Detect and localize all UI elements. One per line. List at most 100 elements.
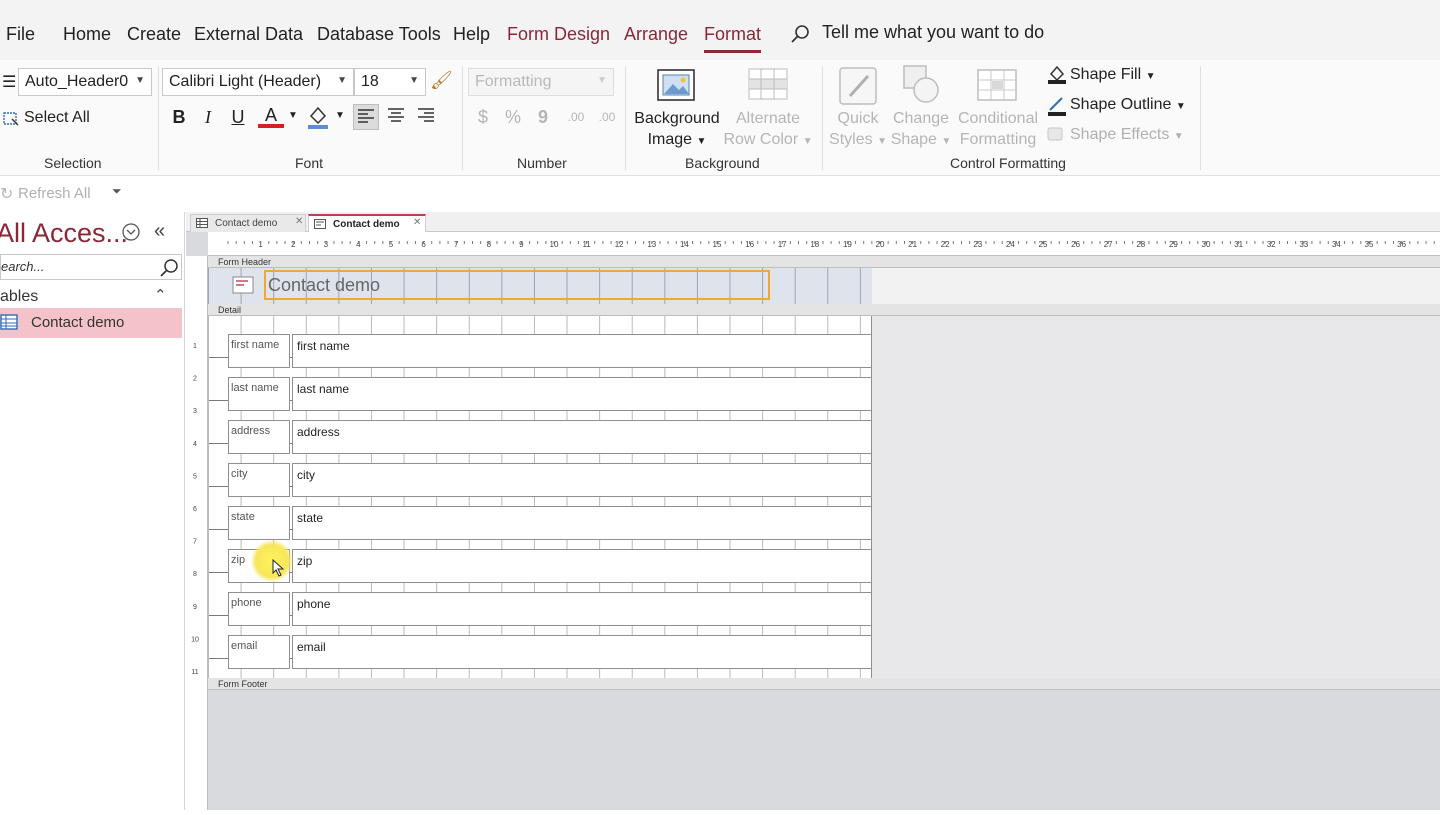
conditional-line2: Formatting [959, 131, 1037, 148]
field-label[interactable]: email [228, 635, 290, 669]
shape-outline-button[interactable]: Shape Outline ▼ [1070, 96, 1186, 114]
change-shape-line2: Shape [890, 131, 937, 148]
nav-search-input[interactable]: earch... [1, 259, 44, 274]
nav-pane-menu-icon[interactable] [121, 222, 141, 247]
field-textbox[interactable]: address [292, 420, 872, 454]
menu-arrange[interactable]: Arrange [624, 24, 688, 45]
field-textbox[interactable]: last name [292, 377, 872, 411]
increase-decimals-button[interactable]: .00 [563, 104, 589, 130]
conditional-formatting-button[interactable]: Conditional Formatting [956, 108, 1040, 150]
form-footer-band-bar[interactable]: Form Footer [208, 678, 1440, 690]
change-shape-button[interactable]: Change Shape ▼ [888, 108, 954, 152]
refresh-icon: ↻ [0, 186, 14, 203]
format-painter-icon[interactable]: 🖌 [430, 70, 453, 91]
doc-tab-contact-demo-1[interactable]: Contact demo ✕ [190, 214, 306, 232]
font-group-label: Font [295, 155, 324, 171]
menu-database-tools[interactable]: Database Tools [317, 24, 441, 45]
close-icon[interactable]: ✕ [295, 216, 303, 227]
comma-style-button[interactable]: 9 [530, 104, 556, 130]
doc-tab-label: Contact demo [215, 218, 278, 229]
field-label[interactable]: city [228, 463, 290, 497]
nav-item-contact-demo[interactable]: Contact demo [0, 308, 182, 338]
field-textbox[interactable]: email [292, 635, 872, 669]
underline-button[interactable]: U [225, 104, 251, 130]
detail-band-bar[interactable]: Detail [208, 304, 1440, 316]
menu-format[interactable]: Format [704, 24, 761, 45]
font-size-select[interactable]: 18 ▼ [354, 68, 426, 96]
form-header-band-bar[interactable]: Form Header [208, 256, 1440, 268]
chevron-down-icon[interactable]: ▼ [335, 110, 345, 121]
field-textbox[interactable]: state [292, 506, 872, 540]
decrease-decimals-button[interactable]: .00 [594, 104, 620, 130]
field-textbox[interactable]: phone [292, 592, 872, 626]
search-icon[interactable] [159, 258, 179, 283]
refresh-all-button[interactable]: Refresh All [18, 185, 91, 202]
table-icon [0, 314, 18, 335]
conditional-formatting-icon[interactable] [976, 68, 1018, 107]
field-label[interactable]: last name [228, 377, 290, 411]
menu-form-design[interactable]: Form Design [507, 24, 610, 45]
shape-fill-button[interactable]: Shape Fill ▼ [1070, 66, 1156, 84]
font-color-button[interactable]: A [258, 104, 284, 128]
field-label[interactable]: address [228, 420, 290, 454]
bold-button[interactable]: B [166, 104, 192, 130]
shape-effects-button[interactable]: Shape Effects ▼ [1070, 126, 1184, 144]
align-left-button[interactable] [353, 104, 379, 130]
nav-search-box[interactable]: earch... [0, 254, 182, 280]
object-selector[interactable]: Auto_Header0 ▼ [18, 68, 152, 96]
field-textbox[interactable]: zip [292, 549, 872, 583]
currency-button[interactable]: $ [470, 104, 496, 130]
group-divider [822, 66, 823, 170]
chevron-down-icon: ▼ [1173, 131, 1184, 142]
chevron-down-icon[interactable]: ▼ [288, 110, 298, 121]
form-logo-icon[interactable] [232, 276, 254, 299]
align-center-button[interactable] [383, 104, 409, 130]
collapse-pane-icon[interactable]: « [154, 220, 165, 243]
field-label[interactable]: phone [228, 592, 290, 626]
alternate-row-color-button[interactable]: Alternate Row Color ▼ [722, 108, 814, 152]
doc-tab-contact-demo-2[interactable]: Contact demo ✕ [308, 214, 426, 232]
number-group-label: Number [517, 155, 567, 171]
field-textbox[interactable]: city [292, 463, 872, 497]
background-image-button[interactable]: Background Image ▼ [634, 108, 720, 152]
menu-help[interactable]: Help [453, 24, 490, 45]
menu-file[interactable]: File [6, 24, 35, 45]
menu-create[interactable]: Create [127, 24, 181, 45]
italic-button[interactable]: I [195, 104, 221, 130]
align-right-button[interactable] [413, 104, 439, 130]
customize-qat-icon[interactable]: ⏷ [112, 184, 122, 199]
collapse-group-icon[interactable]: ⌃ [154, 286, 167, 304]
field-label[interactable]: first name [228, 334, 290, 368]
conditional-line1: Conditional [957, 110, 1039, 127]
quick-styles-icon[interactable] [838, 66, 880, 111]
change-shape-icon[interactable] [900, 64, 944, 111]
select-all-button[interactable]: Select All [24, 109, 90, 127]
vertical-ruler-number: 2 [193, 376, 197, 383]
quick-styles-button[interactable]: Quick Styles ▼ [826, 108, 890, 152]
field-label[interactable]: state [228, 506, 290, 540]
form-title-control[interactable]: Contact demo [264, 270, 770, 300]
menu-external-data[interactable]: External Data [194, 24, 303, 45]
background-image-icon[interactable] [656, 68, 696, 107]
chevron-down-icon: ▼ [597, 75, 607, 86]
nav-group-tables[interactable]: ables [0, 288, 38, 306]
doc-tab-label: Contact demo [333, 219, 400, 230]
fill-color-icon[interactable] [306, 104, 330, 135]
tell-me-search[interactable]: Tell me what you want to do [822, 22, 1044, 43]
font-size-value: 18 [361, 73, 379, 90]
percent-button[interactable]: % [500, 104, 526, 130]
font-name-select[interactable]: Calibri Light (Header) ▼ [162, 68, 354, 96]
vertical-ruler-number: 11 [191, 669, 198, 676]
form-title-text: Contact demo [268, 275, 381, 295]
nav-pane-title[interactable]: All Acces... [0, 218, 128, 249]
vertical-ruler-number: 1 [193, 343, 197, 350]
select-all-icon [2, 110, 20, 133]
alternate-row-color-icon[interactable] [748, 68, 788, 105]
selection-group-label: Selection [44, 155, 102, 171]
group-divider [462, 66, 463, 170]
number-format-select[interactable]: Formatting ▼ [468, 68, 614, 96]
close-icon[interactable]: ✕ [413, 217, 421, 228]
menu-home[interactable]: Home [63, 24, 111, 45]
search-icon[interactable] [790, 24, 810, 49]
field-textbox[interactable]: first name [292, 334, 872, 368]
